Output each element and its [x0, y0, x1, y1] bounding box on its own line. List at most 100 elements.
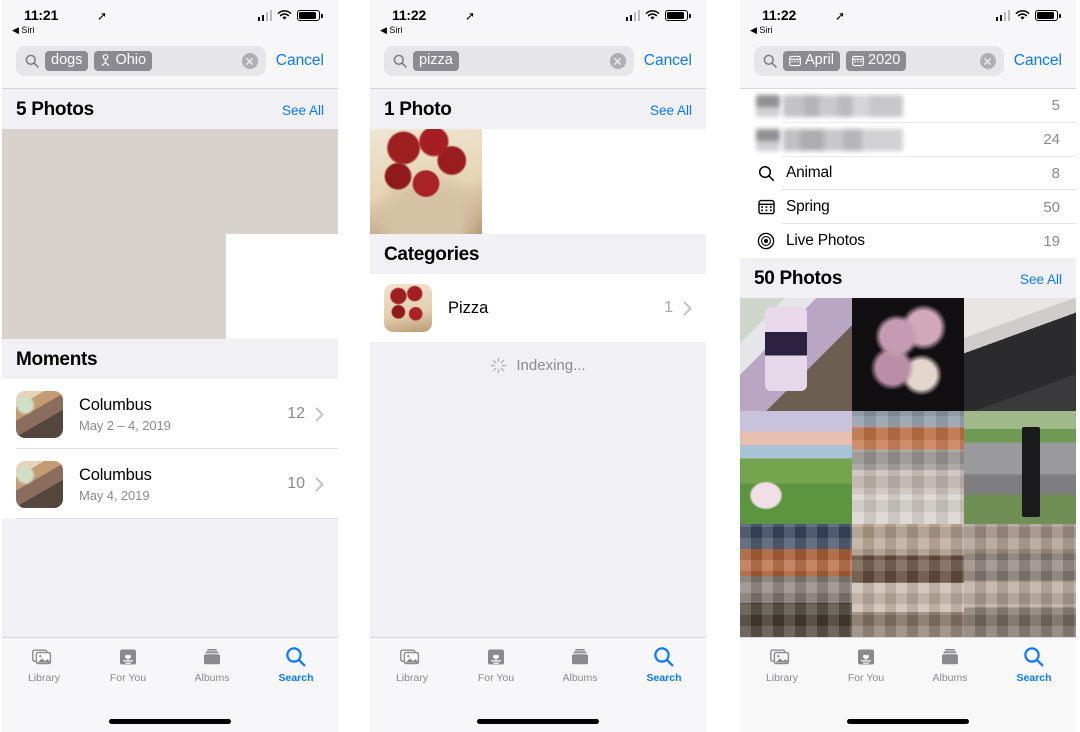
home-indicator[interactable]: [847, 718, 969, 724]
photo-thumbnail[interactable]: [114, 234, 226, 339]
search-token[interactable]: Ohio: [94, 51, 153, 71]
status-bar: 11:22 ➚ ◀ Siri: [740, 0, 1076, 40]
cancel-button[interactable]: Cancel: [644, 52, 692, 70]
cancel-button[interactable]: Cancel: [1014, 52, 1062, 70]
home-indicator[interactable]: [477, 718, 599, 724]
chevron-right-icon: [315, 407, 324, 422]
photo-thumbnail[interactable]: [964, 410, 1076, 524]
moment-date: May 4, 2019: [79, 487, 150, 503]
suggestion-count: 19: [1043, 232, 1060, 250]
location-arrow-icon: ➚: [835, 9, 846, 23]
search-icon: [25, 54, 39, 68]
moment-title: Columbus: [79, 395, 152, 414]
suggestion-row-animal[interactable]: Animal 8: [740, 156, 1076, 191]
photo-thumbnail[interactable]: [740, 410, 852, 524]
photo-thumbnail[interactable]: [2, 234, 114, 339]
search-results: 5 Photos See All Moments Columbus May 2 …: [2, 89, 338, 637]
tab-label: Library: [765, 672, 799, 684]
category-row[interactable]: Pizza 1: [370, 274, 706, 342]
see-all-photos-link[interactable]: See All: [650, 103, 692, 118]
moment-row[interactable]: Columbus May 4, 2019 10: [2, 449, 338, 519]
search-input[interactable]: April 2020: [754, 46, 1004, 76]
suggestion-row[interactable]: 5: [740, 89, 1076, 123]
for-you-icon: [486, 646, 506, 668]
tab-for-you[interactable]: For You: [86, 646, 170, 684]
calendar-icon: [852, 55, 864, 67]
clear-search-button[interactable]: [241, 53, 258, 69]
photo-thumbnail[interactable]: [740, 523, 852, 637]
tab-search[interactable]: Search: [254, 646, 338, 684]
search-results: 1 Photo See All Categories Pizza 1 Index…: [370, 89, 706, 637]
photo-thumbnail[interactable]: [370, 129, 482, 234]
clear-search-button[interactable]: [979, 53, 996, 69]
wifi-icon: [1015, 10, 1030, 21]
cellular-signal-icon: [995, 10, 1010, 21]
photo-thumbnail[interactable]: [964, 297, 1076, 411]
photos-library-icon: [770, 646, 794, 668]
search-token-label: dogs: [51, 52, 83, 68]
location-arrow-icon: ➚: [465, 9, 476, 23]
calendar-icon: [756, 197, 776, 217]
tab-search[interactable]: Search: [992, 646, 1076, 684]
suggestion-label: Animal: [786, 164, 833, 182]
tab-library[interactable]: Library: [740, 646, 824, 684]
phone-screen-1: 11:21 ➚ ◀ Siri dogs Ohio Cancel 5 Photos…: [2, 0, 338, 732]
tab-albums[interactable]: Albums: [908, 646, 992, 684]
location-pin-icon: [100, 54, 111, 67]
status-indicators: [257, 10, 323, 21]
see-all-photos-link[interactable]: See All: [282, 103, 324, 118]
photos-section-header: 50 Photos See All: [740, 257, 1076, 298]
photo-thumbnail[interactable]: [740, 297, 852, 411]
moment-count: 12: [287, 405, 305, 422]
tab-bar: Library For You Albums Search: [370, 637, 706, 710]
search-token[interactable]: dogs: [45, 51, 89, 71]
suggestion-row-live-photos[interactable]: Live Photos 19: [740, 224, 1076, 258]
photo-thumbnail[interactable]: [964, 523, 1076, 637]
photo-thumbnail[interactable]: [226, 129, 338, 234]
tab-albums[interactable]: Albums: [170, 646, 254, 684]
see-all-photos-link[interactable]: See All: [1020, 272, 1062, 287]
search-bar: April 2020 Cancel: [740, 40, 1076, 89]
clear-search-button[interactable]: [609, 53, 626, 69]
photo-thumbnail[interactable]: [852, 410, 964, 524]
status-indicators: [995, 10, 1061, 21]
search-bar: pizza Cancel: [370, 40, 706, 89]
photo-thumbnail[interactable]: [2, 129, 114, 234]
suggestion-row-spring[interactable]: Spring 50: [740, 190, 1076, 225]
search-token[interactable]: 2020: [846, 51, 907, 71]
photo-thumbnail[interactable]: [852, 523, 964, 637]
photos-library-icon: [400, 646, 424, 668]
battery-icon: [1035, 10, 1061, 21]
home-indicator-area: [740, 710, 1076, 732]
back-to-siri-label[interactable]: ◀ Siri: [12, 25, 34, 36]
tab-albums[interactable]: Albums: [538, 646, 622, 684]
suggestion-row[interactable]: 24: [740, 122, 1076, 157]
search-input[interactable]: dogs Ohio: [16, 46, 266, 76]
photo-thumbnail[interactable]: [852, 297, 964, 411]
tab-search[interactable]: Search: [622, 646, 706, 684]
back-to-siri-label[interactable]: ◀ Siri: [380, 25, 402, 36]
search-token-label: 2020: [868, 52, 901, 68]
cancel-button[interactable]: Cancel: [276, 52, 324, 70]
search-icon: [1023, 646, 1045, 668]
tab-library[interactable]: Library: [2, 646, 86, 684]
status-time: 11:21: [24, 7, 59, 23]
home-indicator[interactable]: [109, 718, 231, 724]
tab-label: Albums: [194, 672, 230, 684]
photos-section-title: 5 Photos: [16, 99, 94, 120]
tab-for-you[interactable]: For You: [454, 646, 538, 684]
battery-icon: [665, 10, 691, 21]
search-icon: [285, 646, 307, 668]
photo-thumbnail[interactable]: [114, 129, 226, 234]
tab-for-you[interactable]: For You: [824, 646, 908, 684]
search-token[interactable]: April: [783, 51, 841, 71]
tab-label: Library: [27, 672, 61, 684]
tab-library[interactable]: Library: [370, 646, 454, 684]
back-to-siri-label[interactable]: ◀ Siri: [750, 25, 772, 36]
categories-section-title: Categories: [384, 244, 480, 265]
search-token[interactable]: pizza: [413, 51, 459, 71]
moment-row[interactable]: Columbus May 2 – 4, 2019 12: [2, 379, 338, 449]
wifi-icon: [645, 10, 660, 21]
category-thumbnail: [384, 284, 432, 332]
search-input[interactable]: pizza: [384, 46, 634, 76]
